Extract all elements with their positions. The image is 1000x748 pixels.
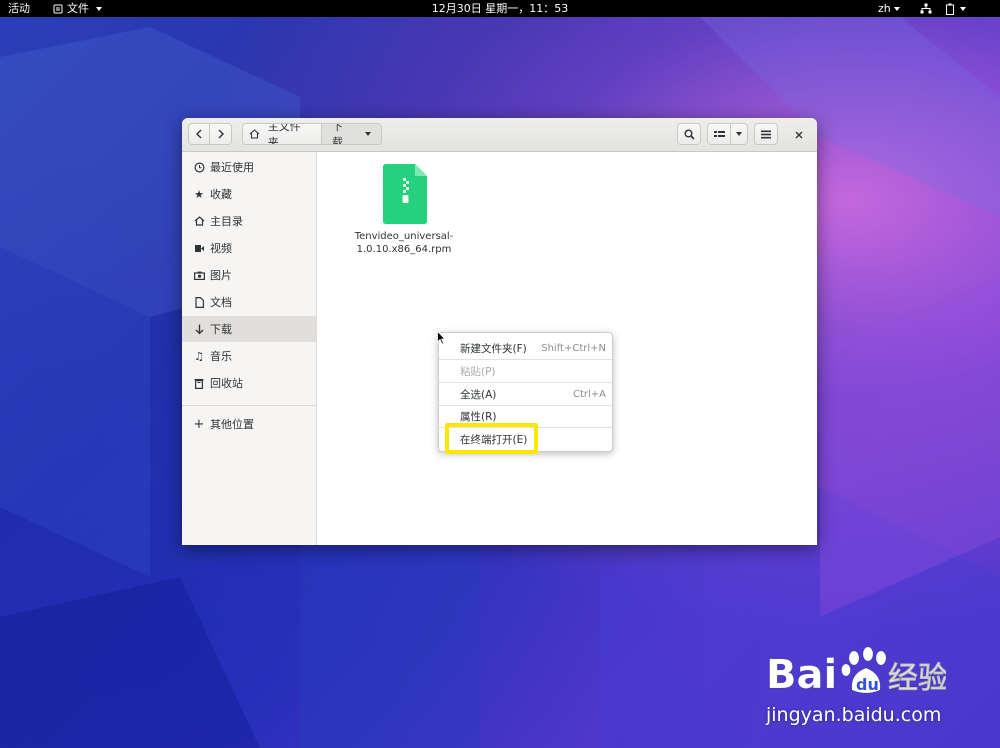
path-home-button[interactable]: 主文件夹: [243, 124, 322, 144]
header-bar: 主文件夹 下载: [182, 118, 817, 152]
sidebar-item-label: 音乐: [210, 350, 232, 363]
chevron-left-icon: [196, 129, 202, 139]
sidebar-item-recent[interactable]: 最近使用: [182, 154, 316, 180]
star-icon: ★: [194, 187, 204, 201]
sidebar-item-pictures[interactable]: 图片: [182, 262, 316, 288]
hamburger-menu-icon: [761, 130, 771, 138]
plus-icon: +: [193, 416, 205, 432]
chevron-down-icon: [365, 132, 371, 136]
file-name-line2: 1.0.10.x86_64.rpm: [356, 244, 452, 255]
path-current-button[interactable]: 下载: [322, 124, 381, 144]
lang-label: zh: [878, 2, 891, 15]
sidebar-item-home[interactable]: 主目录: [182, 208, 316, 234]
chevron-down-icon: [736, 132, 742, 136]
svg-text:du: du: [856, 675, 879, 694]
chevron-down-icon: [960, 6, 966, 11]
baidu-jingyan-logo: Bai du 经验: [766, 646, 948, 698]
path-bar: 主文件夹 下载: [242, 123, 382, 145]
download-arrow-icon: [192, 324, 206, 335]
menu-item-label: 全选(A): [460, 388, 497, 401]
sidebar-item-music[interactable]: ♫ 音乐: [182, 343, 316, 369]
menu-item-paste: 粘贴(P): [439, 360, 612, 382]
sidebar-item-label: 其他位置: [210, 418, 254, 431]
camera-icon: [192, 271, 206, 280]
search-button[interactable]: [677, 123, 701, 145]
top-panel: 活动 文件 12月30日 星期一，11：53 zh: [0, 0, 1000, 17]
system-tray[interactable]: [920, 0, 966, 17]
menu-item-label: 粘贴(P): [460, 365, 496, 378]
close-icon: [795, 131, 803, 139]
menu-item-label: 属性(R): [460, 410, 497, 423]
home-icon: [249, 129, 260, 139]
input-method-indicator[interactable]: zh: [878, 0, 900, 17]
sidebar-item-label: 收藏: [210, 188, 232, 201]
chevron-down-icon: [96, 6, 102, 11]
close-button[interactable]: [790, 126, 808, 144]
highlight-box: [445, 423, 538, 454]
battery-icon: [946, 3, 954, 15]
home-icon: [192, 216, 206, 226]
sidebar-item-trash[interactable]: 回收站: [182, 370, 316, 396]
back-button[interactable]: [188, 123, 210, 145]
menu-item-label: 新建文件夹(F): [460, 342, 527, 355]
sidebar-item-documents[interactable]: 文档: [182, 289, 316, 315]
video-icon: [192, 244, 206, 253]
mouse-pointer-icon: [437, 331, 446, 345]
sidebar-item-label: 图片: [210, 269, 232, 282]
sidebar-item-label: 下载: [210, 323, 232, 336]
file-item[interactable]: Tenvideo_universal- 1.0.10.x86_64.rpm: [346, 164, 462, 256]
clock[interactable]: 12月30日 星期一，11：53: [432, 2, 568, 15]
sidebar-item-label: 最近使用: [210, 161, 254, 174]
sidebar-item-starred[interactable]: ★ 收藏: [182, 181, 316, 207]
search-icon: [684, 129, 695, 140]
app-menu-label: 文件: [67, 2, 89, 15]
view-mode-button[interactable]: [707, 123, 731, 145]
clock-icon: [192, 161, 206, 173]
document-icon: [192, 296, 206, 308]
view-options-button[interactable]: [731, 123, 748, 145]
sidebar-item-other-locations[interactable]: + 其他位置: [182, 411, 316, 437]
sidebar-item-label: 文档: [210, 296, 232, 309]
sidebar-item-videos[interactable]: 视频: [182, 235, 316, 261]
music-note-icon: ♫: [194, 349, 204, 363]
forward-button[interactable]: [210, 123, 232, 145]
places-sidebar: 最近使用 ★ 收藏 主目录 视频 图片 文档 下载 ♫ 音乐 回收站 + 其他位…: [182, 152, 317, 545]
activities-button[interactable]: 活动: [8, 0, 30, 17]
watermark-url: jingyan.baidu.com: [766, 704, 942, 726]
files-app-icon: [53, 4, 63, 13]
chevron-right-icon: [218, 129, 224, 139]
chevron-down-icon: [893, 7, 900, 11]
sidebar-divider: [182, 405, 316, 406]
sidebar-item-label: 主目录: [210, 215, 243, 228]
baidu-watermark-logo: Bai du 经验: [766, 644, 948, 703]
sidebar-item-label: 视频: [210, 242, 232, 255]
trash-icon: [192, 378, 206, 389]
path-current-label: 下载: [332, 123, 343, 145]
menu-button[interactable]: [754, 123, 778, 145]
file-name-line1: Tenvideo_universal-: [354, 231, 454, 242]
menu-item-new-folder[interactable]: 新建文件夹(F) Shift+Ctrl+N: [439, 337, 612, 359]
archive-file-icon: [381, 164, 427, 224]
menu-item-shortcut: Ctrl+A: [572, 388, 606, 400]
path-home-label: 主文件夹: [267, 123, 301, 145]
list-view-icon: [713, 130, 725, 137]
svg-text:Bai: Bai: [766, 652, 837, 698]
svg-text:经验: 经验: [888, 661, 946, 696]
sidebar-item-downloads[interactable]: 下载: [182, 316, 316, 342]
sidebar-item-label: 回收站: [210, 377, 243, 390]
app-menu[interactable]: 文件: [53, 0, 102, 17]
network-icon: [920, 3, 932, 14]
menu-item-shortcut: Shift+Ctrl+N: [541, 342, 606, 354]
menu-item-select-all[interactable]: 全选(A) Ctrl+A: [439, 383, 612, 405]
